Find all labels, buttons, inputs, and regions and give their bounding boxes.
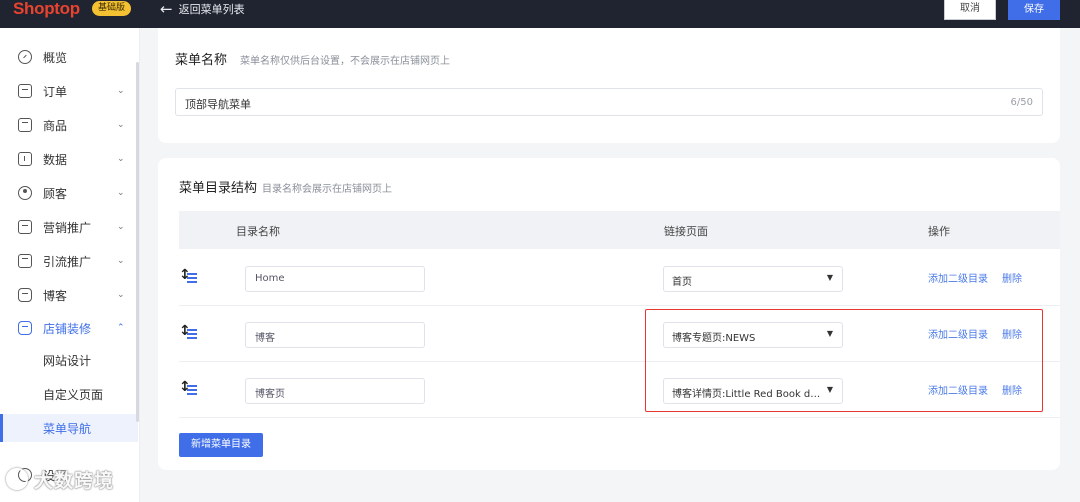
back-to-menu-list[interactable]: ← 返回菜单列表: [160, 0, 245, 17]
sidebar-item-blog[interactable]: 博客 ⌄: [0, 280, 140, 310]
plan-badge: 基础版: [92, 1, 132, 16]
sidebar-item-products[interactable]: 商品 ⌄: [0, 110, 140, 140]
traffic-icon: [18, 254, 32, 268]
chevron-down-icon: ⌄: [117, 188, 125, 198]
menu-item-name: 博客: [255, 333, 275, 344]
delete-link[interactable]: 删除: [1002, 270, 1022, 285]
sidebar-subitem-label: 自定义页面: [43, 387, 104, 402]
menu-name-title: 菜单名称: [175, 53, 228, 68]
menu-item-name-input[interactable]: 博客: [245, 322, 425, 348]
sidebar-item-overview[interactable]: 概览: [0, 42, 140, 72]
sidebar-item-label: 订单: [43, 84, 68, 99]
menu-structure-title: 菜单目录结构: [179, 181, 258, 196]
sidebar-item-label: 店铺装修: [43, 321, 92, 336]
back-label: 返回菜单列表: [178, 2, 245, 16]
sidebar-item-data[interactable]: 数据 ⌄: [0, 144, 140, 174]
menu-item-name: Home: [255, 273, 285, 284]
sidebar-item-label: 博客: [43, 288, 68, 303]
order-icon: [18, 84, 32, 98]
link-page-value: 首页: [672, 277, 692, 288]
sidebar-subitem-menu-navigation[interactable]: 菜单导航: [0, 414, 138, 442]
dashboard-icon: [18, 50, 32, 64]
watermark: 大数跨境: [34, 470, 115, 492]
blog-icon: [18, 288, 32, 302]
cancel-button[interactable]: 取消: [944, 0, 996, 20]
sidebar-item-traffic[interactable]: 引流推广 ⌄: [0, 246, 140, 276]
column-header-name: 目录名称: [236, 225, 280, 238]
menu-name-card: [158, 28, 1060, 143]
menu-name-value: 顶部导航菜单: [185, 98, 251, 111]
drag-handle-icon[interactable]: ↕: [179, 323, 199, 340]
product-icon: [18, 118, 32, 132]
annotation-highlight-box: [645, 309, 1043, 412]
sidebar-item-label: 引流推广: [43, 254, 92, 269]
caret-down-icon: ▼: [826, 273, 833, 282]
column-header-link: 链接页面: [664, 225, 708, 238]
drag-handle-icon[interactable]: ↕: [179, 379, 199, 396]
menu-name-input[interactable]: 顶部导航菜单 6/50: [175, 88, 1043, 116]
table-header: 目录名称 链接页面 操作: [179, 211, 1060, 249]
column-header-actions: 操作: [928, 225, 950, 238]
store-design-icon: [18, 321, 32, 335]
sidebar-subitem-label: 网站设计: [43, 353, 92, 368]
chevron-down-icon: ⌄: [117, 256, 125, 266]
shoptop-logo: Shoptop: [13, 0, 80, 18]
character-count: 6/50: [1010, 97, 1033, 108]
sidebar-subitem-label: 菜单导航: [43, 421, 92, 436]
chevron-down-icon: ⌄: [117, 154, 125, 164]
sidebar-item-label: 概览: [43, 50, 68, 65]
sidebar-item-orders[interactable]: 订单 ⌄: [0, 76, 140, 106]
add-submenu-link[interactable]: 添加二级目录: [928, 270, 988, 285]
watermark-logo-icon: [6, 468, 28, 490]
chevron-down-icon: ⌄: [117, 222, 125, 232]
save-button[interactable]: 保存: [1008, 0, 1060, 20]
sidebar-subitem-custom-pages[interactable]: 自定义页面: [0, 380, 138, 408]
menu-item-name: 博客页: [255, 389, 285, 400]
chevron-down-icon: ⌄: [117, 290, 125, 300]
sidebar-item-label: 营销推广: [43, 220, 92, 235]
sidebar-item-store-design[interactable]: 店铺装修 ⌃: [0, 313, 140, 343]
sidebar-item-marketing[interactable]: 营销推广 ⌄: [0, 212, 140, 242]
chevron-down-icon: ⌄: [117, 120, 125, 130]
menu-structure-hint: 目录名称会展示在店铺网页上: [262, 184, 392, 195]
chevron-down-icon: ⌄: [117, 86, 125, 96]
sidebar-item-customers[interactable]: 顾客 ⌄: [0, 178, 140, 208]
link-page-select[interactable]: 首页 ▼: [663, 266, 843, 292]
sidebar-subitem-website-design[interactable]: 网站设计: [0, 346, 138, 374]
sidebar: 概览 订单 ⌄ 商品 ⌄ 数据 ⌄ 顾客 ⌄ 营销推广 ⌄ 引流推广 ⌄ 博客 …: [0, 28, 140, 502]
arrow-left-icon: ←: [160, 0, 173, 18]
menu-item-name-input[interactable]: Home: [245, 266, 425, 292]
sidebar-item-label: 数据: [43, 152, 68, 167]
sidebar-scrollbar[interactable]: [136, 62, 139, 422]
drag-handle-icon[interactable]: ↕: [179, 267, 199, 284]
menu-item-name-input[interactable]: 博客页: [245, 378, 425, 404]
table-row: ↕ Home 首页 ▼ 添加二级目录 删除: [179, 250, 1060, 306]
chevron-up-icon: ⌃: [117, 323, 125, 333]
menu-name-hint: 菜单名称仅供后台设置，不会展示在店铺网页上: [240, 56, 450, 67]
add-menu-item-button[interactable]: 新增菜单目录: [179, 433, 263, 457]
sidebar-item-label: 商品: [43, 118, 68, 133]
user-icon: [18, 186, 32, 200]
sidebar-item-label: 顾客: [43, 186, 68, 201]
chart-icon: [18, 152, 32, 166]
ticket-icon: [18, 220, 32, 234]
top-bar: Shoptop 基础版 ← 返回菜单列表 取消 保存: [0, 0, 1080, 28]
